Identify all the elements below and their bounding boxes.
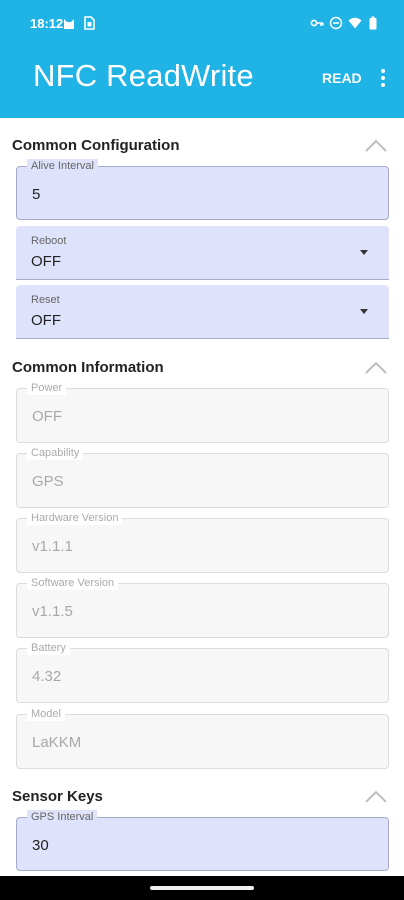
reset-dropdown[interactable]: Reset OFF: [16, 285, 389, 339]
section-title-sensor-keys: Sensor Keys: [12, 788, 103, 805]
chevron-up-icon[interactable]: [364, 360, 388, 376]
software-version-field: Software Version v1.1.5: [16, 576, 389, 638]
power-value: OFF: [32, 408, 62, 425]
hardware-version-value: v1.1.1: [32, 538, 73, 555]
reboot-value: OFF: [31, 253, 61, 270]
read-button[interactable]: READ: [322, 70, 362, 86]
navigation-bar: [0, 876, 404, 900]
home-gesture-handle[interactable]: [150, 886, 254, 890]
reset-value: OFF: [31, 312, 61, 329]
dropdown-arrow-icon[interactable]: [360, 250, 368, 255]
more-vert-icon[interactable]: [376, 66, 390, 90]
app-bar: 18:12 NFC ReadWrite READ: [0, 0, 404, 118]
app-title: NFC ReadWrite: [33, 58, 254, 93]
chevron-up-icon[interactable]: [364, 789, 388, 805]
software-version-label: Software Version: [27, 576, 119, 590]
battery-field: Battery 4.32: [16, 641, 389, 703]
wifi-icon: [348, 17, 362, 29]
alive-interval-value[interactable]: 5: [32, 186, 40, 203]
chevron-up-icon[interactable]: [364, 138, 388, 154]
status-time: 18:12: [30, 16, 64, 31]
reboot-dropdown[interactable]: Reboot OFF: [16, 226, 389, 280]
gps-interval-value[interactable]: 30: [32, 837, 49, 854]
vpn-key-icon: [310, 19, 324, 27]
model-field: Model LaKKM: [16, 707, 389, 769]
power-field: Power OFF: [16, 381, 389, 443]
gps-interval-field[interactable]: GPS Interval 30: [16, 810, 389, 871]
capability-field: Capability GPS: [16, 446, 389, 508]
reset-label: Reset: [31, 294, 60, 306]
gps-interval-label: GPS Interval: [27, 810, 98, 824]
section-title-common-information: Common Information: [12, 359, 164, 376]
alive-interval-field[interactable]: Alive Interval 5: [16, 159, 389, 220]
battery-label: Battery: [27, 641, 70, 655]
capability-label: Capability: [27, 446, 84, 460]
do-not-disturb-icon: [329, 16, 343, 30]
section-title-common-configuration: Common Configuration: [12, 137, 180, 154]
hardware-version-label: Hardware Version: [27, 511, 123, 525]
alive-interval-label: Alive Interval: [27, 159, 98, 173]
model-value: LaKKM: [32, 734, 82, 751]
status-bar: 18:12: [0, 0, 404, 50]
model-label: Model: [27, 707, 65, 721]
main-content[interactable]: Common Configuration Alive Interval 5 Re…: [0, 118, 404, 876]
dropdown-arrow-icon[interactable]: [360, 309, 368, 314]
capability-value: GPS: [32, 473, 64, 490]
hardware-version-field: Hardware Version v1.1.1: [16, 511, 389, 573]
power-label: Power: [27, 381, 67, 395]
reboot-label: Reboot: [31, 235, 67, 247]
battery-icon: [369, 16, 377, 30]
cat-icon: [64, 19, 74, 29]
battery-value: 4.32: [32, 668, 62, 685]
sim-card-icon: [84, 16, 95, 30]
software-version-value: v1.1.5: [32, 603, 73, 620]
